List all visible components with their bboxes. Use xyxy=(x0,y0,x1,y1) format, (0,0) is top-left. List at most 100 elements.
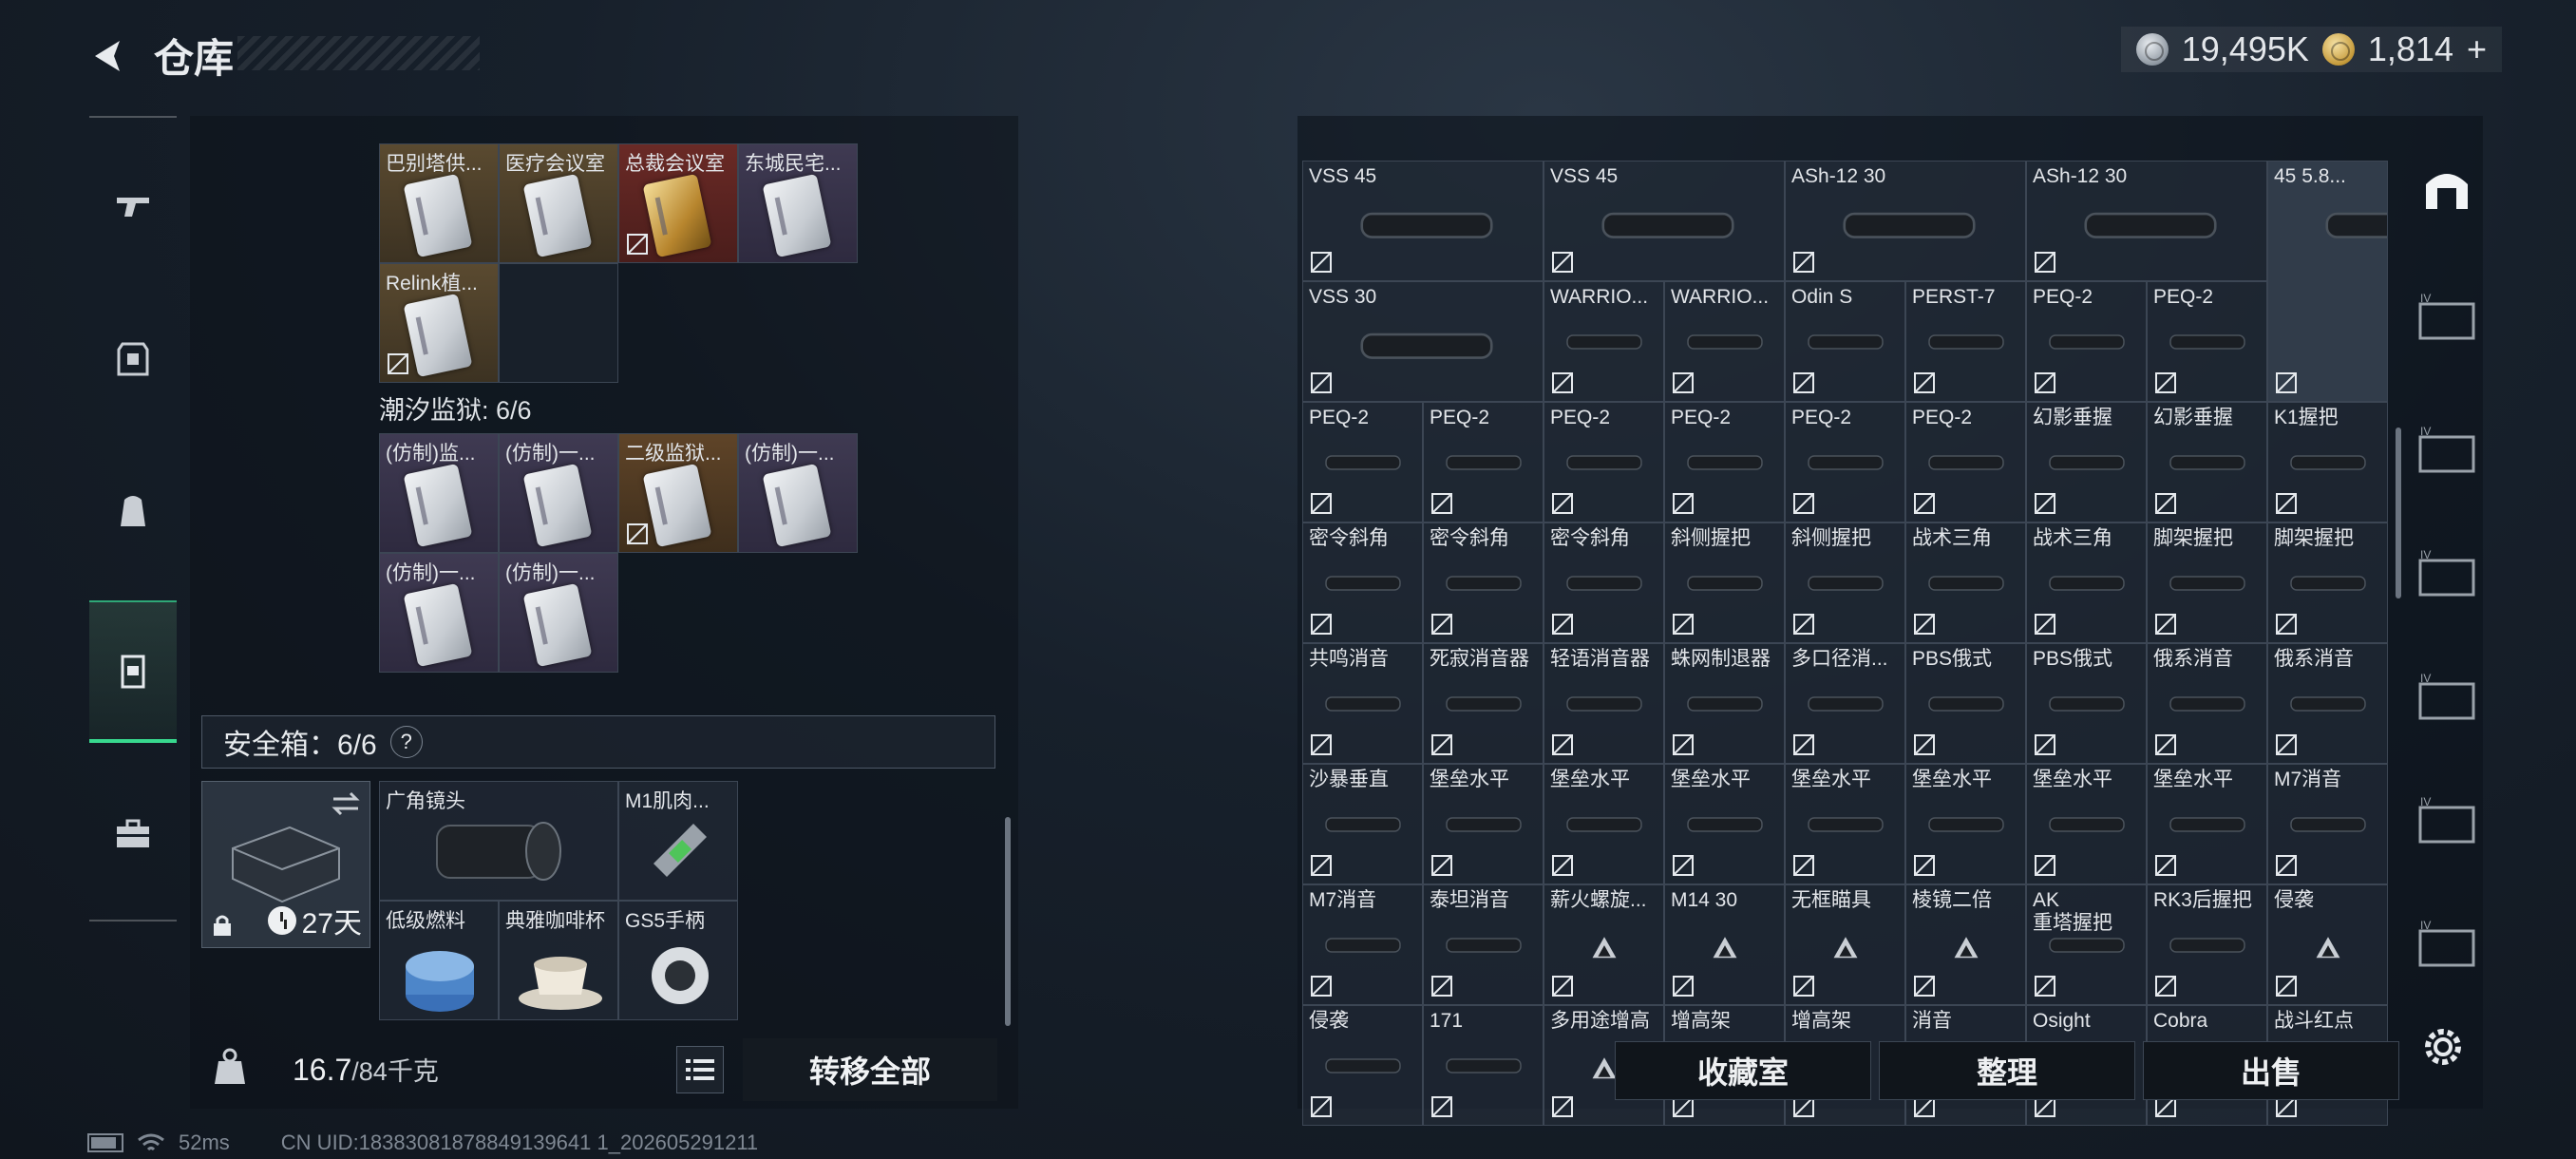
stash-item[interactable]: ASh-12 30 xyxy=(2026,161,2267,281)
transfer-all-button[interactable]: 转移全部 xyxy=(743,1038,997,1101)
stash-item[interactable]: K1握把 xyxy=(2267,402,2388,522)
stash-item[interactable]: M14 30 xyxy=(1664,884,1785,1005)
add-currency-button[interactable]: + xyxy=(2467,29,2487,69)
stash-item[interactable]: AK 重塔握把 xyxy=(2026,884,2147,1005)
stash-tab-iv-5[interactable]: IV xyxy=(2413,787,2481,855)
stash-item[interactable]: PEQ-2 xyxy=(1423,402,1544,522)
safe-item-gs5[interactable]: GS5手柄 xyxy=(618,901,738,1020)
stash-item[interactable]: 脚架握把 xyxy=(2267,522,2388,643)
list-view-button[interactable] xyxy=(676,1046,724,1093)
keycard-item[interactable]: 巴别塔供... xyxy=(379,143,499,263)
sidebar-item-tools[interactable] xyxy=(89,762,177,904)
gear-icon[interactable] xyxy=(2420,1024,2466,1070)
stash-item[interactable]: PEQ-2 xyxy=(2147,281,2267,402)
stash-item[interactable]: 泰坦消音 xyxy=(1423,884,1544,1005)
stash-item[interactable]: 沙暴垂直 xyxy=(1302,764,1423,884)
stash-item[interactable]: M7消音 xyxy=(2267,764,2388,884)
stash-item[interactable]: 密令斜角 xyxy=(1423,522,1544,643)
stash-item[interactable]: PBS俄式 xyxy=(1905,643,2026,764)
sidebar-item-vest[interactable] xyxy=(89,600,177,743)
stash-item[interactable]: 171 xyxy=(1423,1005,1544,1126)
stash-tab-iv-6[interactable]: IV xyxy=(2413,910,2481,978)
stash-tab-iv-1[interactable]: IV xyxy=(2413,283,2481,352)
stash-item[interactable]: 堡垒水平 xyxy=(1785,764,1905,884)
stash-item[interactable]: WARRIO... xyxy=(1544,281,1664,402)
help-icon[interactable]: ? xyxy=(389,726,423,758)
stash-item[interactable]: 轻语消音器 xyxy=(1544,643,1664,764)
keycard-item[interactable]: 总裁会议室 xyxy=(618,143,738,263)
stash-item[interactable]: PEQ-2 xyxy=(1785,402,1905,522)
sidebar-item-backpack[interactable] xyxy=(89,439,177,581)
safe-box-container[interactable]: 27天 xyxy=(201,781,370,948)
stash-item[interactable]: 俄系消音 xyxy=(2267,643,2388,764)
stash-item[interactable]: 战术三角 xyxy=(2026,522,2147,643)
empty-slot[interactable] xyxy=(499,263,618,383)
stash-item[interactable]: PEQ-2 xyxy=(1905,402,2026,522)
keycard-item[interactable]: (仿制)一... xyxy=(379,553,499,673)
stash-tab-iv-2[interactable]: IV xyxy=(2413,416,2481,484)
stash-item[interactable]: 堡垒水平 xyxy=(1423,764,1544,884)
stash-item[interactable]: 棱镜二倍 xyxy=(1905,884,2026,1005)
keycard-item[interactable]: (仿制)一... xyxy=(738,433,858,553)
keycard-item[interactable]: (仿制)一... xyxy=(499,433,618,553)
stash-item[interactable]: VSS 45 xyxy=(1544,161,1785,281)
keycard-item[interactable]: (仿制)一... xyxy=(499,553,618,673)
stash-item[interactable]: 薪火螺旋... xyxy=(1544,884,1664,1005)
stash-item[interactable]: 脚架握把 xyxy=(2147,522,2267,643)
swap-icon[interactable] xyxy=(330,789,362,818)
stash-item[interactable]: 战术三角 xyxy=(1905,522,2026,643)
stash-item[interactable]: WARRIO... xyxy=(1664,281,1785,402)
stash-item[interactable]: 无框瞄具 xyxy=(1785,884,1905,1005)
stash-item[interactable]: 共鸣消音 xyxy=(1302,643,1423,764)
stash-item[interactable]: PERST-7 xyxy=(1905,281,2026,402)
stash-item[interactable]: VSS 30 xyxy=(1302,281,1544,402)
keycard-item[interactable]: 医疗会议室 xyxy=(499,143,618,263)
stash-item[interactable]: 死寂消音器 xyxy=(1423,643,1544,764)
stash-item[interactable]: 侵袭 xyxy=(1302,1005,1423,1126)
stash-item[interactable]: 侵袭 xyxy=(2267,884,2388,1005)
stash-tab-iv-4[interactable]: IV xyxy=(2413,663,2481,732)
stash-item[interactable]: 多口径消... xyxy=(1785,643,1905,764)
stash-item[interactable]: 斜侧握把 xyxy=(1785,522,1905,643)
sort-button[interactable]: 整理 xyxy=(1879,1041,2135,1100)
stash-item[interactable]: 幻影垂握 xyxy=(2026,402,2147,522)
stash-item[interactable]: 堡垒水平 xyxy=(1905,764,2026,884)
stash-item[interactable]: 密令斜角 xyxy=(1544,522,1664,643)
stash-item[interactable]: 堡垒水平 xyxy=(1544,764,1664,884)
stash-item[interactable]: 密令斜角 xyxy=(1302,522,1423,643)
stash-item[interactable]: ASh-12 30 xyxy=(1785,161,2026,281)
safe-item-coffee-cup[interactable]: 典雅咖啡杯 xyxy=(499,901,618,1020)
stash-item[interactable]: 堡垒水平 xyxy=(1664,764,1785,884)
safe-item-m1[interactable]: M1肌肉... xyxy=(618,781,738,901)
stash-item[interactable]: 45 5.8... xyxy=(2267,161,2388,402)
stash-item[interactable]: PEQ-2 xyxy=(1664,402,1785,522)
keycard-item[interactable]: 二级监狱... xyxy=(618,433,738,553)
stash-item[interactable]: VSS 45 xyxy=(1302,161,1544,281)
stash-item[interactable]: 斜侧握把 xyxy=(1664,522,1785,643)
safe-item-wide-lens[interactable]: 广角镜头 xyxy=(379,781,618,901)
stash-item[interactable]: PEQ-2 xyxy=(1544,402,1664,522)
sell-button[interactable]: 出售 xyxy=(2143,1041,2399,1100)
stash-item[interactable]: PEQ-2 xyxy=(1302,402,1423,522)
keycard-item[interactable]: Relink植... xyxy=(379,263,499,383)
keycard-item[interactable]: (仿制)监... xyxy=(379,433,499,553)
sidebar-item-armor[interactable] xyxy=(89,287,177,429)
stash-item[interactable]: Odin S xyxy=(1785,281,1905,402)
stash-item[interactable]: PBS俄式 xyxy=(2026,643,2147,764)
stash-item[interactable]: M7消音 xyxy=(1302,884,1423,1005)
stash-item[interactable]: 幻影垂握 xyxy=(2147,402,2267,522)
stash-item[interactable]: 蛛网制退器 xyxy=(1664,643,1785,764)
sidebar-item-weapons[interactable] xyxy=(89,135,177,277)
stash-item[interactable]: 俄系消音 xyxy=(2147,643,2267,764)
currency-bar[interactable]: 19,495K 1,814 + xyxy=(2120,27,2502,72)
stash-tab-main[interactable] xyxy=(2413,154,2481,222)
back-arrow-icon[interactable] xyxy=(87,35,129,77)
stash-scrollbar[interactable] xyxy=(2396,428,2401,598)
stash-item[interactable]: RK3后握把 xyxy=(2147,884,2267,1005)
stash-item[interactable]: PEQ-2 xyxy=(2026,281,2147,402)
safe-item-fuel[interactable]: 低级燃料 xyxy=(379,901,499,1020)
stash-item[interactable]: 堡垒水平 xyxy=(2147,764,2267,884)
collection-room-button[interactable]: 收藏室 xyxy=(1615,1041,1871,1100)
keycard-item[interactable]: 东城民宅... xyxy=(738,143,858,263)
stash-item[interactable]: 堡垒水平 xyxy=(2026,764,2147,884)
